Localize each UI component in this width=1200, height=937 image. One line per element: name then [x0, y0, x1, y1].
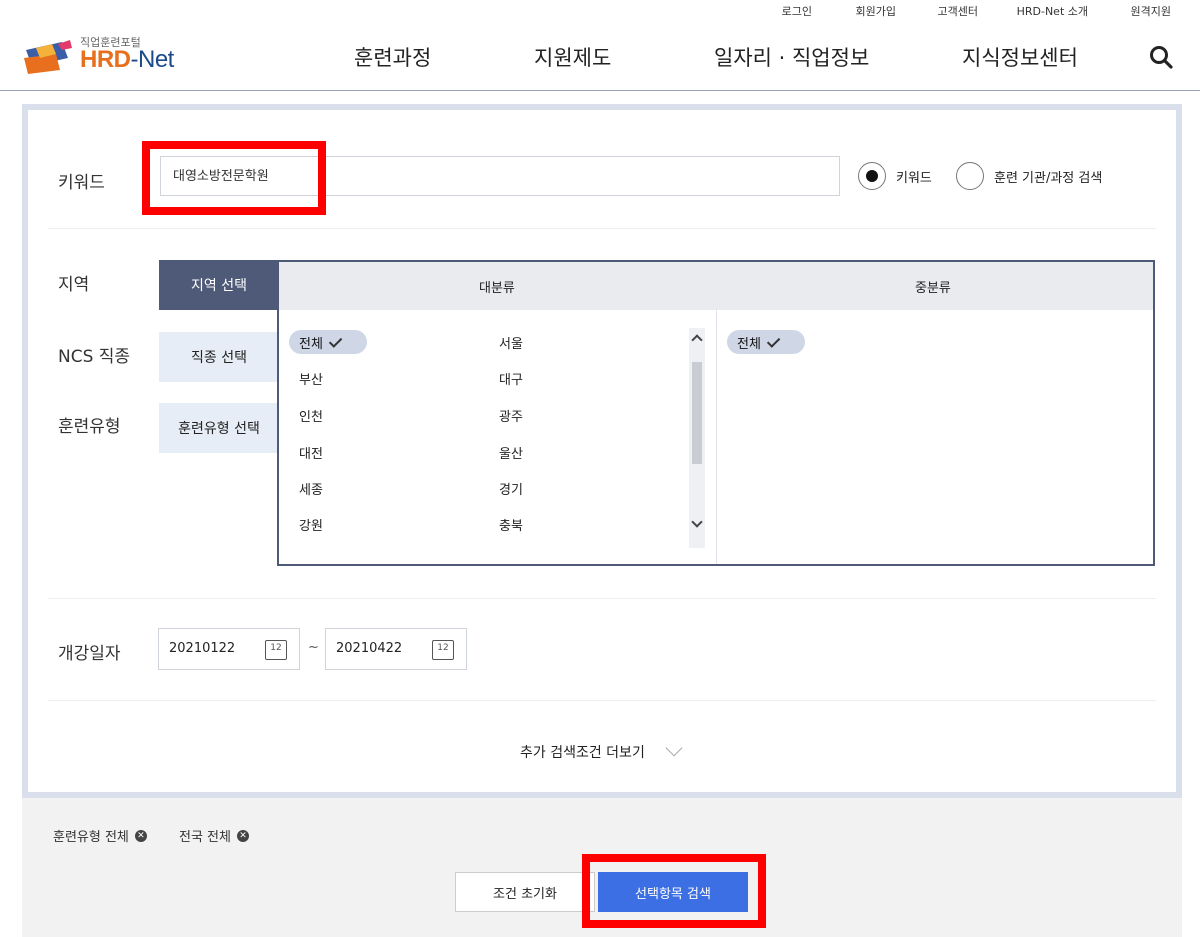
row-divider: [48, 700, 1156, 701]
region-major-all-chip[interactable]: 전체: [289, 330, 367, 354]
keyword-input[interactable]: 대영소방전문학원: [160, 156, 840, 196]
region-minor-all-chip[interactable]: 전체: [727, 330, 805, 354]
tab-ncs-select[interactable]: 직종 선택: [159, 332, 279, 382]
radio-keyword-label: 키워드: [896, 170, 932, 186]
region-minor-all-label: 전체: [737, 336, 761, 352]
nav-training-courses[interactable]: 훈련과정: [354, 42, 431, 72]
tag-nationwide-all: 전국 전체 ✕: [179, 826, 249, 845]
chevron-down-icon[interactable]: [691, 516, 703, 528]
customer-center-link[interactable]: 고객센터: [938, 3, 978, 19]
signup-link[interactable]: 회원가입: [856, 3, 896, 19]
tag-label: 전국 전체: [179, 830, 231, 845]
region-item-incheon[interactable]: 인천: [299, 406, 323, 425]
check-icon: [766, 333, 781, 348]
search-selected-button[interactable]: 선택항목 검색: [598, 872, 748, 912]
region-col1-title: 대분류: [479, 281, 515, 296]
radio-keyword-circle[interactable]: [858, 162, 886, 190]
nav-knowledge-center[interactable]: 지식정보센터: [962, 42, 1078, 72]
region-header: 대분류 중분류: [279, 262, 1153, 310]
region-col2-title: 중분류: [915, 281, 951, 296]
chevron-up-icon[interactable]: [691, 334, 703, 346]
region-item-chungbuk[interactable]: 충북: [499, 515, 523, 534]
tag-label: 훈련유형 전체: [53, 830, 129, 845]
region-selector: 대분류 중분류 전체 서울 부산 대구 인천 광주 대전 울산 세종 경기 강원…: [277, 260, 1155, 566]
date-from-value: 20210122: [169, 641, 236, 656]
date-from-input[interactable]: 20210122 12: [158, 628, 300, 670]
date-to-value: 20210422: [336, 641, 403, 656]
tab-training-type-select[interactable]: 훈련유형 선택: [159, 403, 279, 453]
region-item-gwangju[interactable]: 광주: [499, 406, 523, 425]
search-panel: 키워드 대영소방전문학원 키워드 훈련 기관/과정 검색 지역 NCS 직종 훈…: [22, 104, 1182, 798]
remove-tag-icon[interactable]: ✕: [134, 829, 147, 842]
scrollbar-thumb[interactable]: [692, 362, 702, 464]
region-item-daegu[interactable]: 대구: [499, 369, 523, 388]
radio-institution-label: 훈련 기관/과정 검색: [994, 170, 1103, 186]
region-scrollbar[interactable]: [689, 328, 705, 548]
date-separator: ~: [308, 640, 319, 655]
region-item-busan[interactable]: 부산: [299, 369, 323, 388]
about-link[interactable]: HRD-Net 소개: [1017, 3, 1088, 19]
remote-support-link[interactable]: 원격지원: [1131, 3, 1171, 19]
tab-region-select[interactable]: 지역 선택: [159, 260, 279, 310]
radio-keyword[interactable]: 키워드: [858, 162, 932, 190]
calendar-icon[interactable]: 12: [432, 640, 454, 660]
radio-institution-circle[interactable]: [956, 162, 984, 190]
radio-institution-search[interactable]: 훈련 기관/과정 검색: [956, 162, 1102, 190]
chevron-down-icon[interactable]: [665, 739, 683, 757]
calendar-icon[interactable]: 12: [265, 640, 287, 660]
ncs-label: NCS 직종: [58, 347, 131, 367]
region-column-divider: [716, 310, 717, 564]
region-item-gyeonggi[interactable]: 경기: [499, 479, 523, 498]
nav-job-info[interactable]: 일자리 · 직업정보: [714, 42, 869, 72]
check-icon: [328, 333, 343, 348]
row-divider: [48, 228, 1156, 229]
main-nav: 훈련과정 지원제도 일자리 · 직업정보 지식정보센터: [0, 42, 1200, 72]
region-label: 지역: [58, 275, 90, 295]
search-icon[interactable]: [1148, 44, 1174, 70]
nav-support-system[interactable]: 지원제도: [534, 42, 611, 72]
header-divider: [0, 90, 1200, 91]
date-label: 개강일자: [58, 644, 121, 664]
remove-tag-icon[interactable]: ✕: [236, 829, 249, 842]
training-type-label: 훈련유형: [58, 417, 121, 437]
region-item-ulsan[interactable]: 울산: [499, 443, 523, 462]
keyword-label: 키워드: [58, 173, 105, 193]
date-to-input[interactable]: 20210422 12: [325, 628, 467, 670]
tag-training-type-all: 훈련유형 전체 ✕: [53, 826, 147, 845]
region-item-daejeon[interactable]: 대전: [299, 443, 323, 462]
more-conditions-link[interactable]: 추가 검색조건 더보기: [520, 742, 645, 762]
row-divider: [48, 598, 1156, 599]
reset-conditions-button[interactable]: 조건 초기화: [455, 872, 595, 912]
search-panel-inner: 키워드 대영소방전문학원 키워드 훈련 기관/과정 검색 지역 NCS 직종 훈…: [28, 110, 1176, 792]
login-link[interactable]: 로그인: [782, 3, 812, 19]
selected-conditions-bar: 훈련유형 전체 ✕ 전국 전체 ✕ 조건 초기화 선택항목 검색: [22, 798, 1182, 937]
region-item-gangwon[interactable]: 강원: [299, 515, 323, 534]
region-major-all-label: 전체: [299, 336, 323, 352]
region-item-seoul[interactable]: 서울: [499, 333, 523, 352]
region-item-sejong[interactable]: 세종: [299, 479, 323, 498]
